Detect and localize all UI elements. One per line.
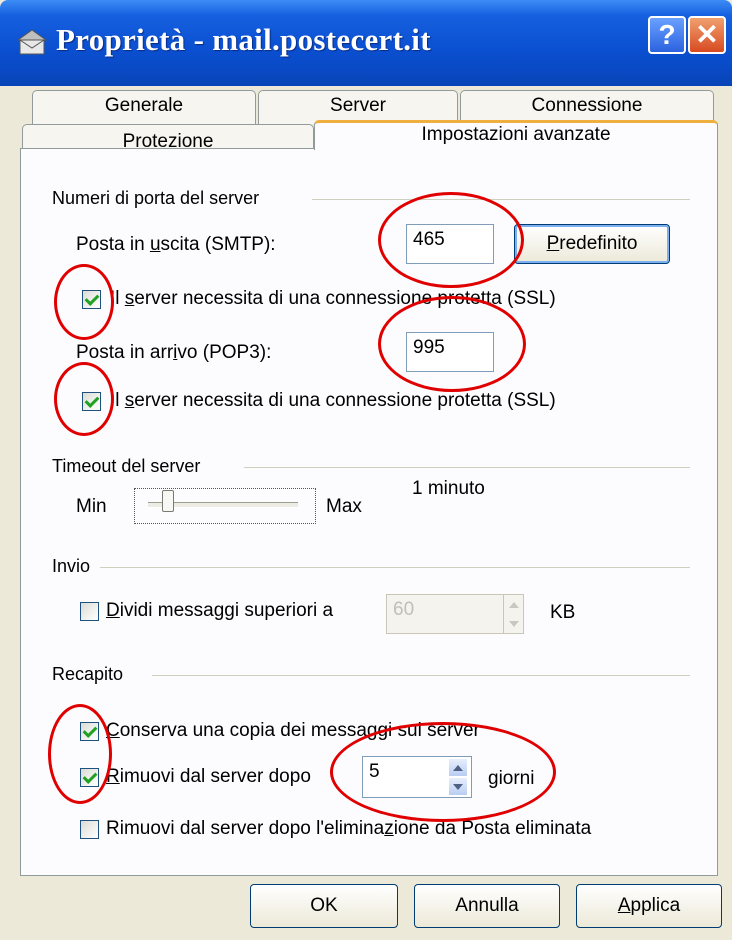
group-divider bbox=[244, 467, 690, 468]
keep-copy-label: Conserva una copia dei messaggi sul serv… bbox=[106, 720, 480, 741]
ssl-smtp-label: Il server necessita di una connessione p… bbox=[110, 288, 556, 309]
apply-button[interactable]: Applica bbox=[576, 884, 722, 928]
smtp-port-input[interactable]: 465 bbox=[406, 224, 494, 264]
timeout-slider-thumb[interactable] bbox=[162, 490, 174, 512]
group-label-invio: Invio bbox=[52, 556, 91, 576]
split-unit-label: KB bbox=[550, 602, 576, 623]
remove-after-label: Rimuovi dal server dopo bbox=[106, 766, 311, 787]
remove-deleted-checkbox[interactable] bbox=[80, 820, 99, 839]
remove-after-checkbox[interactable] bbox=[80, 768, 99, 787]
pop3-label: Posta in arrivo (POP3): bbox=[76, 342, 272, 363]
cancel-button[interactable]: Annulla bbox=[414, 884, 560, 928]
default-ports-button[interactable]: Predefinito bbox=[514, 224, 670, 264]
remove-deleted-label: Rimuovi dal server dopo l'eliminazione d… bbox=[106, 818, 592, 839]
close-button[interactable]: ✕ bbox=[688, 16, 726, 54]
title-bar[interactable]: Proprietà - mail.postecert.it ? ✕ bbox=[0, 0, 732, 86]
keep-copy-checkbox[interactable] bbox=[80, 722, 99, 741]
timeout-min-label: Min bbox=[76, 496, 107, 517]
tab-generale[interactable]: Generale bbox=[32, 90, 256, 124]
ssl-pop3-checkbox[interactable] bbox=[82, 392, 101, 411]
ssl-pop3-label: Il server necessita di una connessione p… bbox=[110, 390, 556, 411]
pop3-port-input[interactable]: 995 bbox=[406, 332, 494, 372]
group-label-ports: Numeri di porta del server bbox=[52, 188, 260, 208]
mail-account-icon bbox=[16, 29, 48, 55]
chevron-down-icon bbox=[508, 620, 519, 627]
days-unit-label: giorni bbox=[488, 768, 535, 789]
group-divider bbox=[100, 567, 690, 568]
group-label-recapito: Recapito bbox=[52, 664, 124, 684]
split-size-spinner[interactable] bbox=[503, 595, 523, 633]
group-divider bbox=[312, 199, 690, 200]
chevron-down-icon bbox=[453, 783, 463, 790]
tab-connessione[interactable]: Connessione bbox=[460, 90, 714, 124]
chevron-up-icon bbox=[508, 601, 519, 608]
window-title: Proprietà - mail.postecert.it bbox=[56, 22, 431, 57]
properties-dialog: Proprietà - mail.postecert.it ? ✕ Genera… bbox=[0, 0, 732, 940]
spin-down-button[interactable] bbox=[448, 777, 468, 796]
help-button[interactable]: ? bbox=[648, 16, 686, 54]
chevron-up-icon bbox=[453, 764, 463, 771]
spin-up-button[interactable] bbox=[504, 595, 523, 614]
tab-impostazioni-avanzate[interactable]: Impostazioni avanzate bbox=[314, 120, 718, 150]
spin-down-button[interactable] bbox=[504, 614, 523, 633]
ssl-smtp-checkbox[interactable] bbox=[82, 290, 101, 309]
group-label-timeout: Timeout del server bbox=[52, 456, 201, 476]
timeout-max-label: Max bbox=[326, 496, 362, 517]
tab-server[interactable]: Server bbox=[258, 90, 458, 124]
group-divider bbox=[152, 675, 690, 676]
split-messages-checkbox[interactable] bbox=[80, 602, 99, 621]
split-messages-label: Dividi messaggi superiori a bbox=[106, 600, 334, 621]
ok-button[interactable]: OK bbox=[250, 884, 398, 928]
timeout-value: 1 minuto bbox=[412, 478, 485, 499]
spin-up-button[interactable] bbox=[448, 758, 468, 777]
smtp-label: Posta in uscita (SMTP): bbox=[76, 234, 276, 255]
days-spinner[interactable] bbox=[448, 758, 468, 796]
